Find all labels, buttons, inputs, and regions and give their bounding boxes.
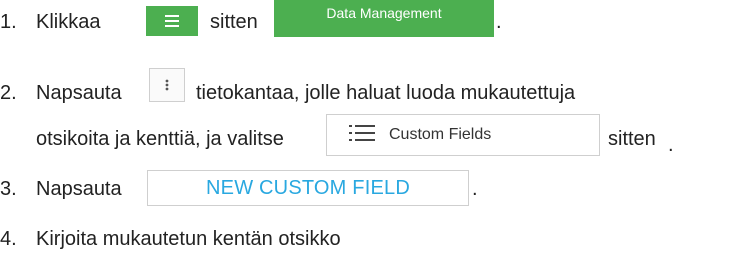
step-text: Napsauta — [36, 82, 122, 104]
hamburger-menu-icon-glyph — [165, 15, 179, 27]
step-number: 3. — [0, 178, 17, 200]
step-text: . — [668, 134, 674, 156]
step-number: 2. — [0, 82, 17, 104]
step-number: 4. — [0, 228, 17, 250]
new-custom-field-button-label: NEW CUSTOM FIELD — [206, 176, 410, 199]
step-text: . — [496, 11, 502, 33]
step-text: Napsauta — [36, 178, 122, 200]
step-number: 1. — [0, 11, 17, 33]
vertical-dots-icon[interactable] — [149, 68, 185, 102]
list-icon — [349, 124, 375, 146]
data-management-button-label: Data Management — [326, 4, 442, 21]
step-text: . — [472, 178, 478, 200]
vertical-dots-icon-glyph — [165, 79, 169, 91]
step-text: sitten — [210, 11, 258, 33]
custom-fields-button-label: Custom Fields — [389, 126, 492, 143]
step-text: otsikoita ja kenttiä, ja valitse — [36, 128, 284, 150]
new-custom-field-button[interactable]: NEW CUSTOM FIELD — [147, 170, 469, 206]
custom-fields-button[interactable]: Custom Fields — [326, 114, 600, 156]
step-text: Klikkaa — [36, 11, 101, 33]
step-text: tietokantaa, jolle haluat luoda mukautet… — [196, 82, 576, 104]
step-text: Kirjoita mukautetun kentän otsikko — [36, 228, 341, 250]
step-text: sitten — [608, 128, 656, 150]
hamburger-menu-icon[interactable] — [146, 6, 198, 36]
data-management-button[interactable]: Data Management — [274, 0, 494, 37]
